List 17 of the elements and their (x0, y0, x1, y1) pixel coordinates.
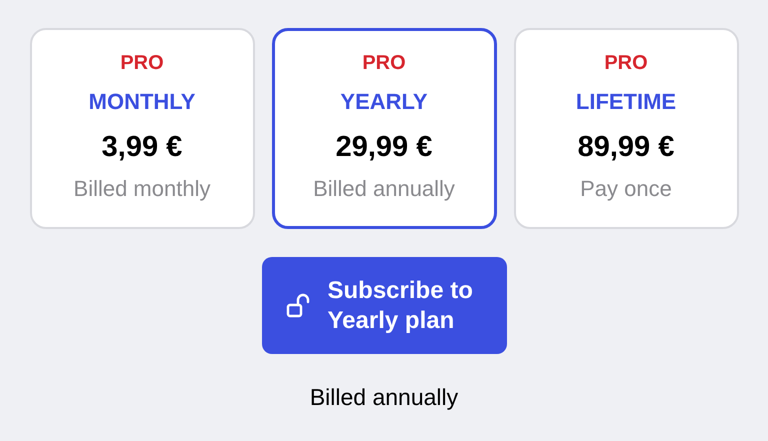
plan-name: YEARLY (340, 89, 428, 115)
plan-billing: Billed annually (313, 176, 455, 202)
billing-note: Billed annually (310, 384, 458, 411)
plan-price: 3,99 € (102, 131, 182, 164)
plan-card[interactable]: PRO MONTHLY 3,99 € Billed monthly (30, 28, 254, 229)
plan-name: MONTHLY (88, 89, 196, 115)
plan-card[interactable]: PRO LIFETIME 89,99 € Pay once (514, 28, 738, 229)
plan-price: 29,99 € (336, 131, 432, 164)
plan-tier-label: PRO (120, 52, 164, 75)
plan-tier-label: PRO (604, 52, 648, 75)
plan-billing: Billed monthly (74, 176, 210, 202)
plan-billing: Pay once (580, 176, 672, 202)
plan-card[interactable]: PRO YEARLY 29,99 € Billed annually (272, 28, 496, 229)
plan-name: LIFETIME (576, 89, 676, 115)
plan-tier-label: PRO (362, 52, 406, 75)
plan-price: 89,99 € (578, 131, 674, 164)
subscribe-button[interactable]: Subscribe to Yearly plan (262, 257, 506, 354)
